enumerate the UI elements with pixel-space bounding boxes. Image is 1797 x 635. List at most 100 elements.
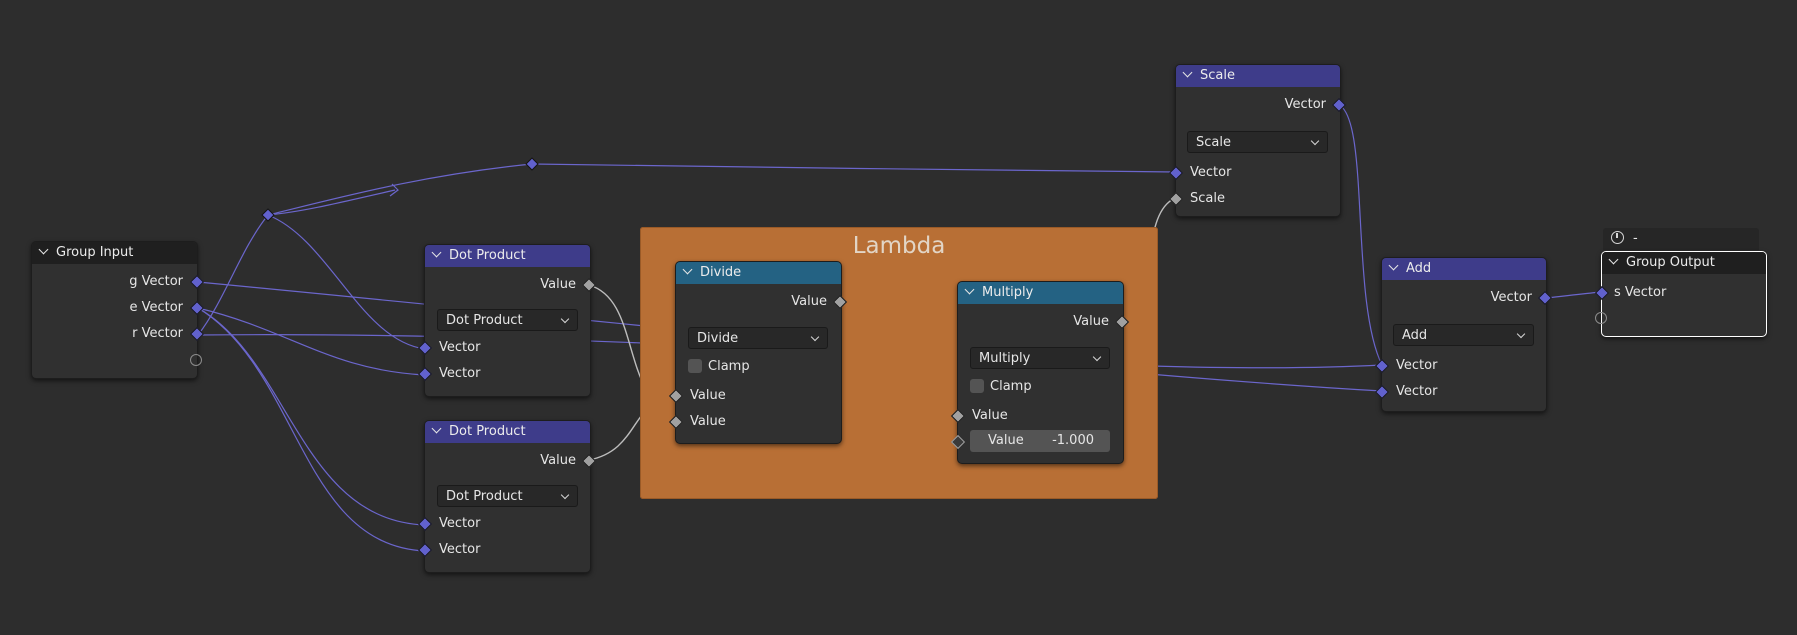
- input-row: Value: [676, 411, 841, 433]
- output-row: Vector: [1176, 94, 1340, 116]
- input-row: Vector: [1382, 381, 1546, 403]
- group-output-header[interactable]: Group Output: [1602, 252, 1766, 274]
- output-label: r Vector: [132, 326, 183, 341]
- multiply-node[interactable]: Multiply Value Multiply Clamp Value Valu…: [950, 281, 1130, 464]
- divide-header[interactable]: Divide: [676, 262, 841, 284]
- output-row: Value: [425, 450, 590, 472]
- link-add-to-output: [1545, 291, 1602, 299]
- input-label: Vector: [439, 366, 481, 381]
- input-row: Vector: [425, 539, 590, 561]
- output-row: e Vector: [32, 297, 197, 319]
- value-field[interactable]: Value -1.000: [970, 430, 1110, 452]
- output-row: r Vector: [32, 323, 197, 345]
- stopwatch-icon: [1611, 231, 1624, 244]
- group-input-node[interactable]: Group Input g Vector e Vector r Vector: [31, 241, 205, 379]
- value-field-number: -1.000: [1052, 433, 1094, 448]
- clamp-label: Clamp: [708, 359, 750, 374]
- add-header[interactable]: Add: [1382, 258, 1546, 280]
- output-row: Vector: [1382, 287, 1546, 309]
- chevron-down-icon[interactable]: [682, 264, 693, 275]
- input-row: Vector: [425, 337, 590, 359]
- chevron-down-icon[interactable]: [1608, 254, 1619, 265]
- node-title: Group Input: [56, 245, 134, 260]
- output-row: Value: [958, 311, 1123, 333]
- input-label: Vector: [439, 516, 481, 531]
- chevron-down-icon[interactable]: [1388, 260, 1399, 271]
- input-row: Scale: [1176, 188, 1340, 210]
- scale-header[interactable]: Scale: [1176, 65, 1340, 87]
- clamp-checkbox[interactable]: [688, 358, 702, 373]
- input-label: Value: [972, 408, 1008, 423]
- chevron-down-icon[interactable]: [964, 284, 975, 295]
- input-label: Vector: [1396, 358, 1438, 373]
- input-label: Value: [690, 388, 726, 403]
- input-label: Vector: [439, 340, 481, 355]
- output-label: Value: [540, 453, 576, 468]
- clamp-toggle[interactable]: Clamp: [970, 377, 1032, 397]
- dropdown-value: Scale: [1196, 135, 1231, 150]
- group-input-header[interactable]: Group Input: [32, 242, 197, 264]
- node-title: Dot Product: [449, 248, 526, 263]
- output-label: e Vector: [129, 300, 183, 315]
- operation-dropdown[interactable]: Multiply: [970, 347, 1110, 369]
- multiply-header[interactable]: Multiply: [958, 282, 1123, 304]
- dot-product-node[interactable]: Dot Product Value Dot Product Vector Vec…: [417, 244, 597, 397]
- dropdown-value: Multiply: [979, 351, 1031, 366]
- node-title: Group Output: [1626, 255, 1715, 270]
- input-row: Vector: [1176, 162, 1340, 184]
- node-timing-bar: -: [1603, 228, 1759, 250]
- empty-socket[interactable]: [1595, 312, 1607, 324]
- chevron-down-icon[interactable]: [1182, 67, 1193, 78]
- link-reroute-to-reroute: [267, 163, 533, 216]
- output-row: g Vector: [32, 271, 197, 293]
- output-label: Value: [1073, 314, 1109, 329]
- dot-product-header[interactable]: Dot Product: [425, 245, 590, 267]
- reroute-node: [525, 157, 539, 171]
- chevron-down-icon: [810, 332, 820, 342]
- output-label: Value: [791, 294, 827, 309]
- link-reroute-to-scale: [531, 163, 1176, 173]
- chevron-down-icon[interactable]: [38, 244, 49, 255]
- add-node[interactable]: Add Vector Add Vector Vector: [1374, 257, 1553, 412]
- output-row: Value: [676, 291, 841, 313]
- operation-dropdown[interactable]: Dot Product: [437, 309, 578, 331]
- node-title: Dot Product: [449, 424, 526, 439]
- link-r-to-reroute: [197, 214, 269, 336]
- chevron-down-icon: [1310, 136, 1320, 146]
- divide-node[interactable]: Divide Value Divide Clamp Value Value: [668, 261, 848, 444]
- input-label: Vector: [1396, 384, 1438, 399]
- link-r-to-reroute-2: [267, 189, 396, 216]
- clamp-checkbox[interactable]: [970, 378, 984, 393]
- operation-dropdown[interactable]: Dot Product: [437, 485, 578, 507]
- chevron-down-icon: [560, 490, 570, 500]
- operation-dropdown[interactable]: Divide: [688, 327, 828, 349]
- chevron-down-icon[interactable]: [431, 247, 442, 258]
- empty-socket[interactable]: [190, 354, 202, 366]
- group-output-node[interactable]: Group Output s Vector: [1594, 251, 1767, 337]
- operation-dropdown[interactable]: Add: [1393, 324, 1534, 346]
- dropdown-value: Add: [1402, 328, 1428, 343]
- input-row: Vector: [425, 363, 590, 385]
- clamp-toggle[interactable]: Clamp: [688, 357, 750, 377]
- value-field-label: Value: [988, 433, 1024, 448]
- node-title: Scale: [1200, 68, 1235, 83]
- scale-node[interactable]: Scale Vector Scale Vector Scale: [1168, 64, 1347, 217]
- chevron-down-icon[interactable]: [431, 423, 442, 434]
- input-row: Vector: [425, 513, 590, 535]
- node-title: Multiply: [982, 285, 1034, 300]
- input-row: Value: [958, 405, 1123, 427]
- output-label: Vector: [1490, 290, 1532, 305]
- operation-dropdown[interactable]: Scale: [1187, 131, 1328, 153]
- link-e-to-dot1-b: [197, 307, 426, 376]
- input-row: Vector: [1382, 355, 1546, 377]
- dot-product-node[interactable]: Dot Product Value Dot Product Vector Vec…: [417, 420, 597, 573]
- timer-value: -: [1633, 231, 1638, 246]
- output-label: g Vector: [129, 274, 183, 289]
- chevron-down-icon: [1516, 329, 1526, 339]
- reroute-node: [261, 208, 275, 222]
- input-row: Value: [676, 385, 841, 407]
- link-reroute-to-dot1-a: [267, 214, 426, 350]
- output-label: Vector: [1284, 97, 1326, 112]
- node-title: Divide: [700, 265, 742, 280]
- dot-product-header[interactable]: Dot Product: [425, 421, 590, 443]
